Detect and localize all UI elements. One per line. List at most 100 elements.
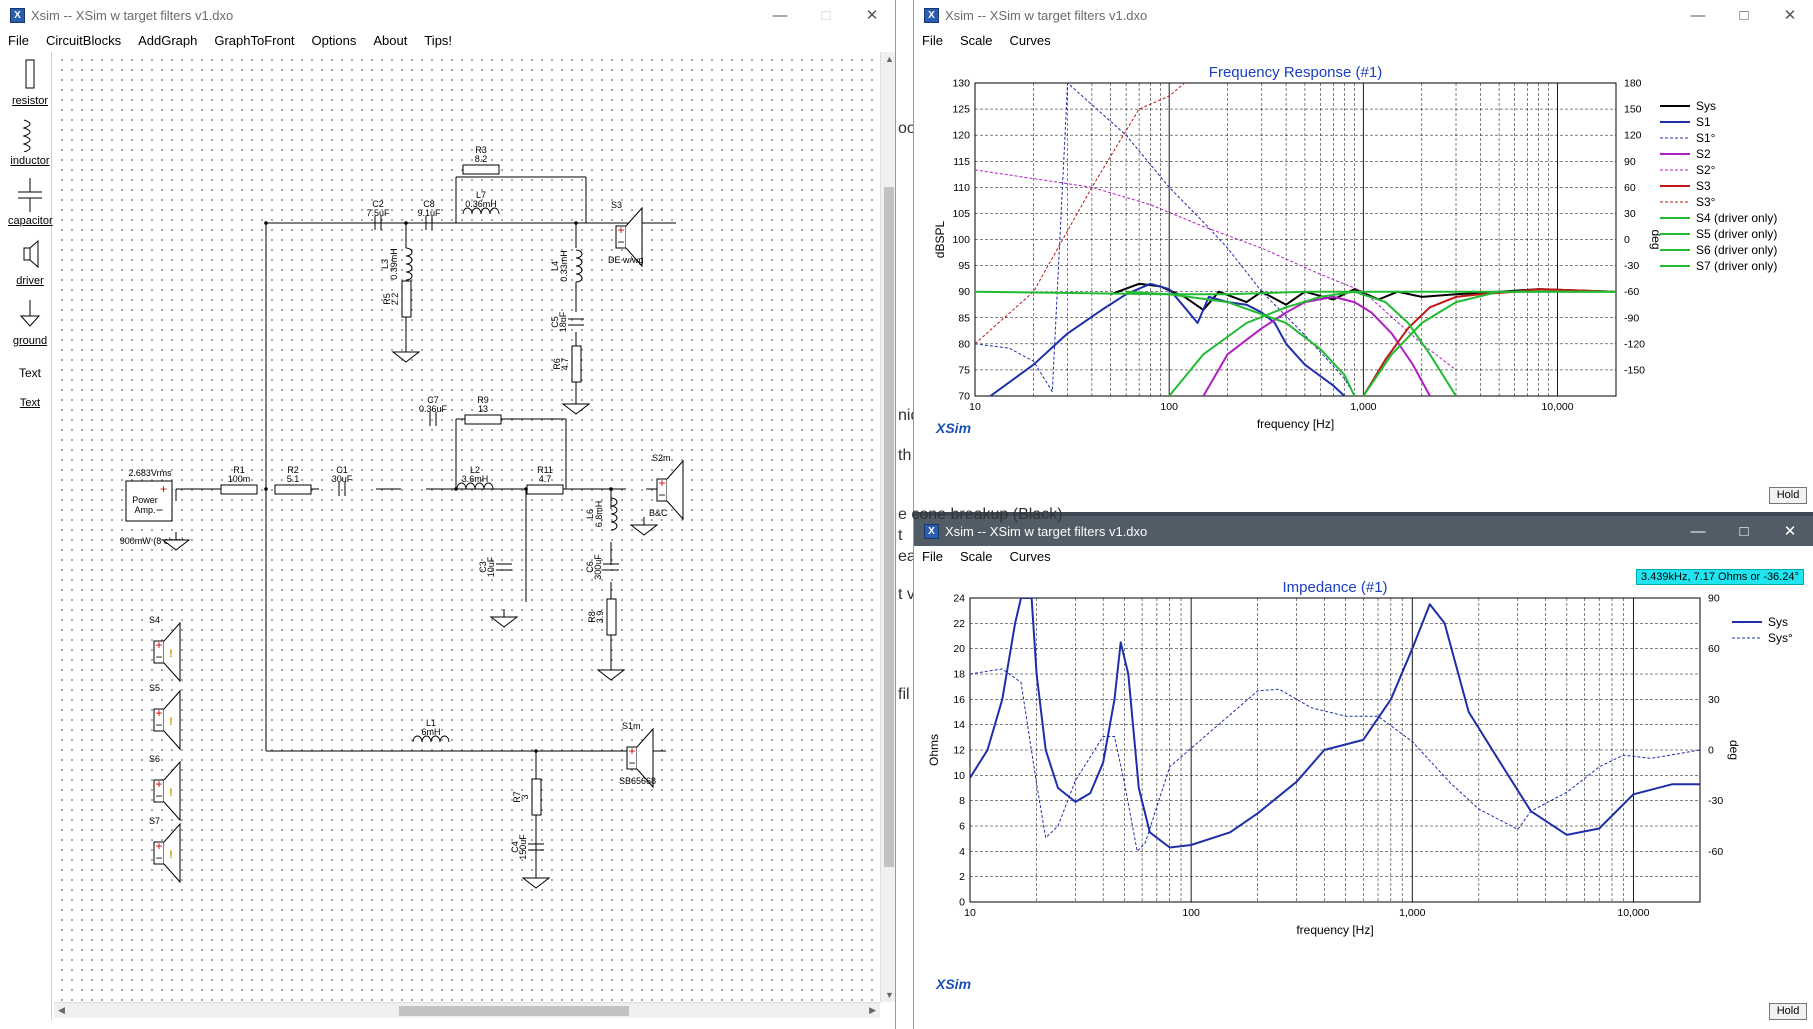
- x-tick-label: 100: [1160, 401, 1178, 413]
- y2-tick-label: -60: [1708, 846, 1723, 858]
- y2-tick-label: -30: [1708, 795, 1723, 807]
- y-tick-label: 4: [959, 846, 965, 858]
- window-title: Xsim -- XSim w target filters v1.dxo: [945, 7, 1148, 23]
- y-axis-label: Ohms: [927, 734, 941, 766]
- minimize-icon[interactable]: —: [1675, 0, 1721, 30]
- palette-inductor[interactable]: inductor: [8, 118, 52, 167]
- menu-file[interactable]: File: [914, 33, 952, 48]
- component-value: 3.9: [595, 611, 605, 624]
- component-value: 0.36uF: [419, 404, 448, 414]
- menu-curves[interactable]: Curves: [1001, 549, 1059, 564]
- scroll-right-icon[interactable]: ▶: [869, 1005, 876, 1016]
- fr-window: X Xsim -- XSim w target filters v1.dxo —…: [913, 0, 1813, 512]
- series-line-s2-: [975, 169, 1457, 371]
- y2-tick-label: 180: [1624, 78, 1642, 90]
- y-tick-label: 90: [958, 286, 970, 298]
- palette-driver[interactable]: driver: [8, 238, 52, 287]
- maximize-icon[interactable]: □: [803, 0, 849, 30]
- inductor-icon: [610, 497, 618, 531]
- ground-icon: [596, 662, 626, 681]
- impedance-chart[interactable]: 024681012141618202224-60-30030609010 100 1…: [914, 568, 1813, 1028]
- source-voltage: 2.683Vrms: [128, 468, 172, 478]
- maximize-icon[interactable]: □: [1721, 516, 1767, 546]
- menu-scale[interactable]: Scale: [952, 549, 1002, 564]
- ground-icon: [391, 344, 421, 363]
- warning-icon: !: [169, 716, 173, 728]
- horizontal-scrollbar[interactable]: ◀ ▶: [54, 1002, 880, 1018]
- schematic-drawing: +−PowerAmp.2.683Vrms900mW (8 ohm)R1100mR…: [120, 145, 684, 889]
- palette-text-tool[interactable]: Text: [8, 366, 52, 380]
- menu-circuitblocks[interactable]: CircuitBlocks: [38, 33, 130, 48]
- y-tick-label: 10: [953, 770, 965, 782]
- resistor-icon: [571, 345, 582, 383]
- y2-tick-label: 120: [1624, 130, 1642, 142]
- palette-ground[interactable]: ground: [8, 298, 52, 347]
- component-value: 4.7: [560, 358, 570, 371]
- hold-button[interactable]: Hold: [1769, 1003, 1807, 1020]
- y-tick-label: 110: [953, 182, 970, 194]
- menu-graphtofront[interactable]: GraphToFront: [206, 33, 303, 48]
- driver-icon: [23, 239, 39, 269]
- y2-tick-label: 150: [1624, 104, 1642, 116]
- scroll-down-icon[interactable]: ▼: [885, 990, 894, 1000]
- junction-dot: [404, 221, 408, 225]
- minus-icon: −: [628, 756, 635, 770]
- minimize-icon[interactable]: —: [1675, 516, 1721, 546]
- component-value: 0.33mH: [559, 250, 569, 282]
- schematic-canvas[interactable]: + − Power Amp. 2.683Vrms 900mW (8 ohm) R1 100m R…: [54, 52, 880, 1002]
- legend-label: S2: [1696, 147, 1711, 161]
- driver-label: S7: [149, 816, 160, 826]
- plot-area: [974, 82, 1617, 397]
- scroll-thumb-horizontal[interactable]: [399, 1006, 629, 1016]
- hold-button[interactable]: Hold: [1769, 487, 1807, 504]
- legend-label: S1: [1696, 115, 1711, 129]
- scroll-thumb-vertical[interactable]: [884, 187, 894, 867]
- menu-scale[interactable]: Scale: [952, 33, 1002, 48]
- legend-label: Sys: [1768, 615, 1788, 629]
- menu-addgraph[interactable]: AddGraph: [130, 33, 206, 48]
- imp-menubar: File Scale Curves: [914, 546, 1813, 567]
- maximize-icon[interactable]: □: [1721, 0, 1767, 30]
- minus-icon: −: [155, 650, 162, 664]
- scroll-up-icon[interactable]: ▲: [885, 54, 894, 64]
- legend-label: S1°: [1696, 131, 1716, 145]
- component-value: 2.2: [390, 293, 400, 306]
- resistor-icon: [531, 778, 542, 816]
- menu-tips[interactable]: Tips!: [416, 33, 461, 48]
- vertical-scrollbar[interactable]: ▲ ▼: [880, 52, 895, 1002]
- component-value: 3.6mH: [462, 474, 489, 484]
- palette-text-link[interactable]: Text: [8, 397, 52, 409]
- menu-options[interactable]: Options: [304, 33, 366, 48]
- close-icon[interactable]: ✕: [1767, 0, 1813, 30]
- legend-label: S3°: [1696, 195, 1716, 209]
- y-tick-label: 105: [952, 208, 970, 220]
- y2-tick-label: 30: [1708, 694, 1720, 706]
- junction-dot: [264, 221, 268, 225]
- menu-file[interactable]: File: [0, 33, 38, 48]
- driver-cone: [666, 459, 684, 521]
- y2-tick-label: -120: [1624, 338, 1645, 350]
- menu-file[interactable]: File: [914, 549, 952, 564]
- component-value: 4.7: [539, 474, 552, 484]
- scroll-left-icon[interactable]: ◀: [58, 1005, 65, 1016]
- minimize-icon[interactable]: —: [757, 0, 803, 30]
- menu-about[interactable]: About: [365, 33, 416, 48]
- menu-curves[interactable]: Curves: [1001, 33, 1059, 48]
- close-icon[interactable]: ✕: [1767, 516, 1813, 546]
- inductor-icon: [22, 119, 31, 153]
- close-icon[interactable]: ✕: [849, 0, 895, 30]
- legend-label: S2°: [1696, 163, 1716, 177]
- driver-label: S1m: [622, 721, 641, 731]
- series-line-s7-driver-only-: [1362, 290, 1616, 396]
- frequency-response-chart[interactable]: 707580859095100105110115120125130-150-12…: [914, 52, 1813, 512]
- schematic-window: X Xsim -- XSim w target filters v1.dxo —…: [0, 0, 896, 1029]
- component-value: 6mH: [421, 727, 440, 737]
- ground-icon: [489, 609, 519, 628]
- palette-capacitor[interactable]: capacitor: [8, 178, 53, 227]
- component-value: 100m: [228, 474, 251, 484]
- palette-resistor[interactable]: resistor: [8, 58, 52, 107]
- chart-title: Impedance (#1): [1282, 579, 1387, 596]
- chart-title: Frequency Response (#1): [1209, 64, 1382, 81]
- driver-label: S4: [149, 615, 160, 625]
- driver-model: B&C: [649, 508, 668, 518]
